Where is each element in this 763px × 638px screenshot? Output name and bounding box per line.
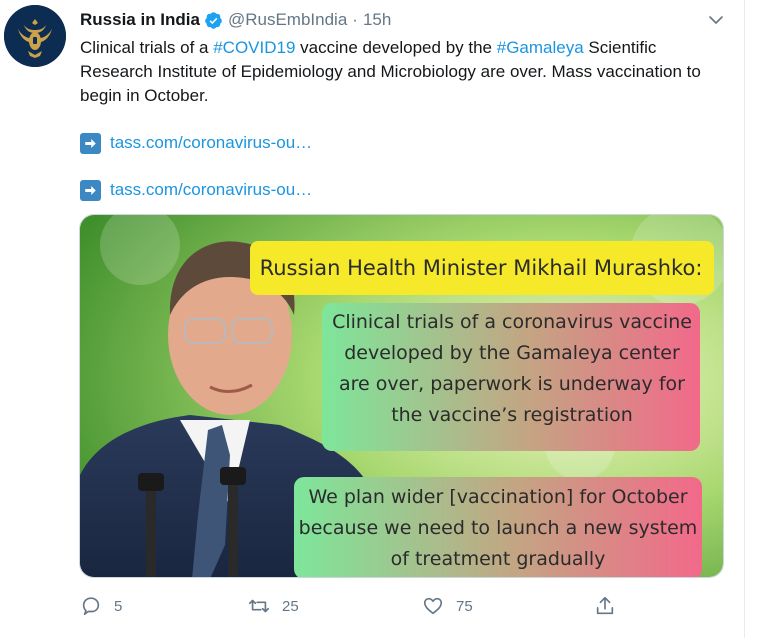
link-row: tass.com/coronavirus-ou… bbox=[80, 178, 312, 202]
right-arrow-emoji-icon bbox=[80, 132, 101, 154]
hashtag-covid19[interactable]: #COVID19 bbox=[213, 38, 295, 57]
share-icon bbox=[596, 596, 614, 615]
link-row: tass.com/coronavirus-ou… bbox=[80, 131, 312, 155]
tweet-header: Russia in India @RusEmbIndia · 15h bbox=[80, 9, 391, 31]
tweet-text: Clinical trials of a #COVID19 vaccine de… bbox=[80, 36, 732, 108]
share-button[interactable] bbox=[594, 590, 616, 622]
like-count: 75 bbox=[456, 597, 473, 615]
image-quote: We plan wider [vaccination] for October … bbox=[298, 486, 698, 570]
avatar[interactable] bbox=[4, 5, 66, 67]
tweet-text-segment: vaccine developed by the bbox=[295, 38, 497, 57]
tweet-link[interactable]: tass.com/coronavirus-ou… bbox=[110, 133, 312, 153]
timestamp[interactable]: 15h bbox=[363, 10, 391, 30]
chevron-down-icon bbox=[709, 16, 723, 24]
tweet-link[interactable]: tass.com/coronavirus-ou… bbox=[110, 180, 312, 200]
image-title: Russian Health Minister Mikhail Murashko… bbox=[259, 256, 703, 280]
reply-icon bbox=[82, 597, 100, 616]
image-quote: Clinical trials of a coronavirus vaccine… bbox=[332, 311, 692, 426]
tweet-image[interactable]: Russian Health Minister Mikhail Murashko… bbox=[79, 214, 724, 578]
hashtag-gamaleya[interactable]: #Gamaleya bbox=[497, 38, 584, 57]
verified-badge-icon bbox=[204, 11, 223, 30]
reply-count: 5 bbox=[114, 597, 123, 615]
display-name[interactable]: Russia in India bbox=[80, 10, 200, 30]
handle[interactable]: @RusEmbIndia bbox=[228, 10, 347, 30]
right-arrow-emoji-icon bbox=[80, 179, 101, 201]
separator-dot: · bbox=[352, 10, 358, 29]
retweet-button[interactable]: 25 bbox=[248, 590, 299, 622]
scroll-gutter bbox=[745, 0, 763, 638]
more-options-button[interactable] bbox=[704, 8, 728, 32]
reply-button[interactable]: 5 bbox=[80, 590, 122, 622]
retweet-count: 25 bbox=[282, 597, 299, 615]
like-icon bbox=[423, 597, 443, 615]
avatar-emblem-icon bbox=[4, 5, 66, 67]
tweet-text-segment: Clinical trials of a bbox=[80, 38, 214, 57]
retweet-icon bbox=[249, 599, 269, 613]
tweet-card[interactable]: Russia in India @RusEmbIndia · 15h Clini… bbox=[0, 0, 745, 638]
like-button[interactable]: 75 bbox=[422, 590, 473, 622]
action-bar: 5 25 75 bbox=[80, 590, 640, 622]
